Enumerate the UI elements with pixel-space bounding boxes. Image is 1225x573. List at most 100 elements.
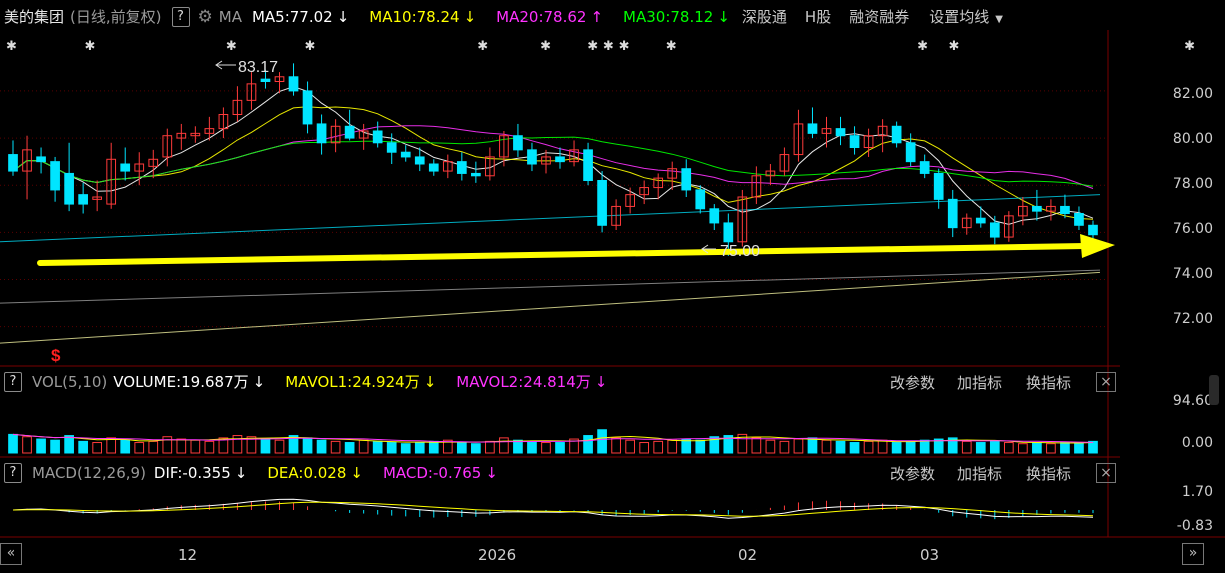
candle-body [400, 151, 411, 158]
price-axis-tick: 80.00 [1172, 131, 1213, 147]
candle-body [891, 125, 902, 144]
volume-bar [316, 439, 327, 454]
event-star-icon[interactable]: ✱ [540, 39, 551, 54]
volume-bar [667, 439, 678, 454]
macd-axis-tick: -0.83 [1176, 518, 1213, 534]
volume-bar [961, 440, 972, 454]
event-marker[interactable]: $ [51, 346, 61, 365]
volume-value: VOLUME:19.687万 ↓ [113, 373, 266, 391]
volume-indicator-name[interactable]: VOL(5,10) [32, 373, 107, 391]
long-ma-line [0, 271, 1101, 344]
volume-bar [106, 437, 117, 454]
candle-body [989, 222, 1000, 238]
event-star-icon[interactable]: ✱ [666, 39, 677, 54]
volume-bar [499, 437, 509, 454]
volume-axis-tick: 0.00 [1181, 435, 1213, 451]
event-star-icon[interactable]: ✱ [619, 39, 630, 54]
event-star-icon[interactable]: ✱ [6, 39, 17, 54]
dif-value: DIF:-0.355 ↓ [153, 463, 248, 482]
volume-bar [414, 442, 425, 454]
volume-bar [162, 436, 173, 454]
candle-body [50, 161, 60, 191]
candle-body [695, 189, 706, 210]
volume-bar [751, 437, 762, 454]
volume-bar [555, 442, 565, 454]
candle-body [709, 208, 720, 224]
volume-bar [863, 440, 874, 454]
macd-indicator-name[interactable]: MACD(12,26,9) [32, 464, 146, 482]
volume-bar [1018, 443, 1028, 454]
volume-bar [204, 440, 215, 454]
event-star-icon[interactable]: ✱ [949, 39, 960, 54]
price-axis-tick: 72.00 [1172, 311, 1213, 327]
candle-body [260, 78, 271, 83]
volume-bar [779, 440, 790, 454]
mavol2-value: MAVOL2:24.814万 ↓ [456, 373, 608, 391]
event-star-icon[interactable]: ✱ [85, 39, 96, 54]
volume-bar [1088, 440, 1098, 454]
help-icon[interactable]: ? [4, 371, 22, 392]
mavol1-value: MAVOL1:24.924万 ↓ [285, 373, 437, 391]
volume-bar [541, 442, 551, 454]
close-icon[interactable]: × [1096, 463, 1116, 483]
volume-bar [134, 442, 145, 454]
mavol-line [12, 433, 1094, 443]
candle-body [386, 142, 397, 153]
candle-body [316, 123, 327, 144]
candle-body [933, 172, 944, 200]
candle-body [919, 161, 930, 174]
event-star-icon[interactable]: ✱ [226, 39, 237, 54]
candle-body [597, 180, 607, 226]
candle-body [723, 222, 734, 243]
switch-indicator-button[interactable]: 换指标 [1026, 372, 1071, 393]
volume-bar [302, 437, 313, 454]
date-axis-label: 2026 [478, 546, 517, 564]
volume-axis-tick: 94.60 [1172, 393, 1213, 409]
event-star-icon[interactable]: ✱ [587, 39, 598, 54]
high-marker: 83.17 [215, 59, 278, 76]
event-star-icon[interactable]: ✱ [1184, 39, 1195, 54]
close-icon[interactable]: × [1096, 372, 1116, 392]
change-params-button[interactable]: 改参数 [890, 463, 935, 484]
candle-body [344, 125, 355, 139]
help-icon[interactable]: ? [4, 462, 22, 483]
price-axis-tick: 76.00 [1172, 221, 1213, 237]
macd-line [12, 498, 1094, 519]
volume-bar [274, 439, 285, 454]
ma20-line [12, 125, 1094, 189]
candle-body [1060, 205, 1070, 215]
date-axis-label: 02 [738, 546, 758, 564]
volume-bar [793, 438, 804, 454]
scroll-right-button[interactable]: » [1182, 543, 1204, 565]
candle-body [681, 168, 692, 191]
volume-bar [232, 435, 243, 454]
switch-indicator-button[interactable]: 换指标 [1026, 463, 1071, 484]
candle-body [456, 161, 467, 174]
volume-bar [456, 442, 467, 454]
side-collapse-handle[interactable] [1209, 375, 1219, 405]
event-star-icon[interactable]: ✱ [917, 39, 928, 54]
candle-body [835, 128, 846, 137]
candle-body [905, 142, 916, 163]
candle-body [120, 163, 131, 172]
add-indicator-button[interactable]: 加指标 [957, 372, 1002, 393]
volume-bar [8, 433, 18, 454]
volume-bar [36, 438, 46, 454]
kline-chart[interactable]: ✱ ✱ ✱ ✱ ✱ ✱ ✱ ✱ ✱ ✱ ✱ ✱ ✱ 83.17 75.00 $ [0, 0, 1225, 573]
volume-bar [485, 440, 495, 454]
macd-panel-header: ? MACD(12,26,9) DIF:-0.355 ↓ DEA:0.028 ↓ M… [0, 459, 518, 486]
volume-panel-header: ? VOL(5,10) VOLUME:19.687万 ↓ MAVOL1:24.92… [0, 368, 627, 395]
event-star-icon[interactable]: ✱ [603, 39, 614, 54]
add-indicator-button[interactable]: 加指标 [957, 463, 1002, 484]
event-star-icon[interactable]: ✱ [477, 39, 488, 54]
macd-value: MACD:-0.765 ↓ [382, 463, 498, 482]
volume-bar [64, 435, 74, 454]
volume-bar [919, 439, 930, 454]
volume-bar [849, 442, 860, 454]
scroll-left-button[interactable]: « [0, 543, 22, 565]
change-params-button[interactable]: 改参数 [890, 372, 935, 393]
event-star-icon[interactable]: ✱ [304, 39, 315, 54]
candle-body [947, 198, 958, 229]
volume-bar [639, 442, 650, 454]
candle-body [555, 156, 565, 163]
